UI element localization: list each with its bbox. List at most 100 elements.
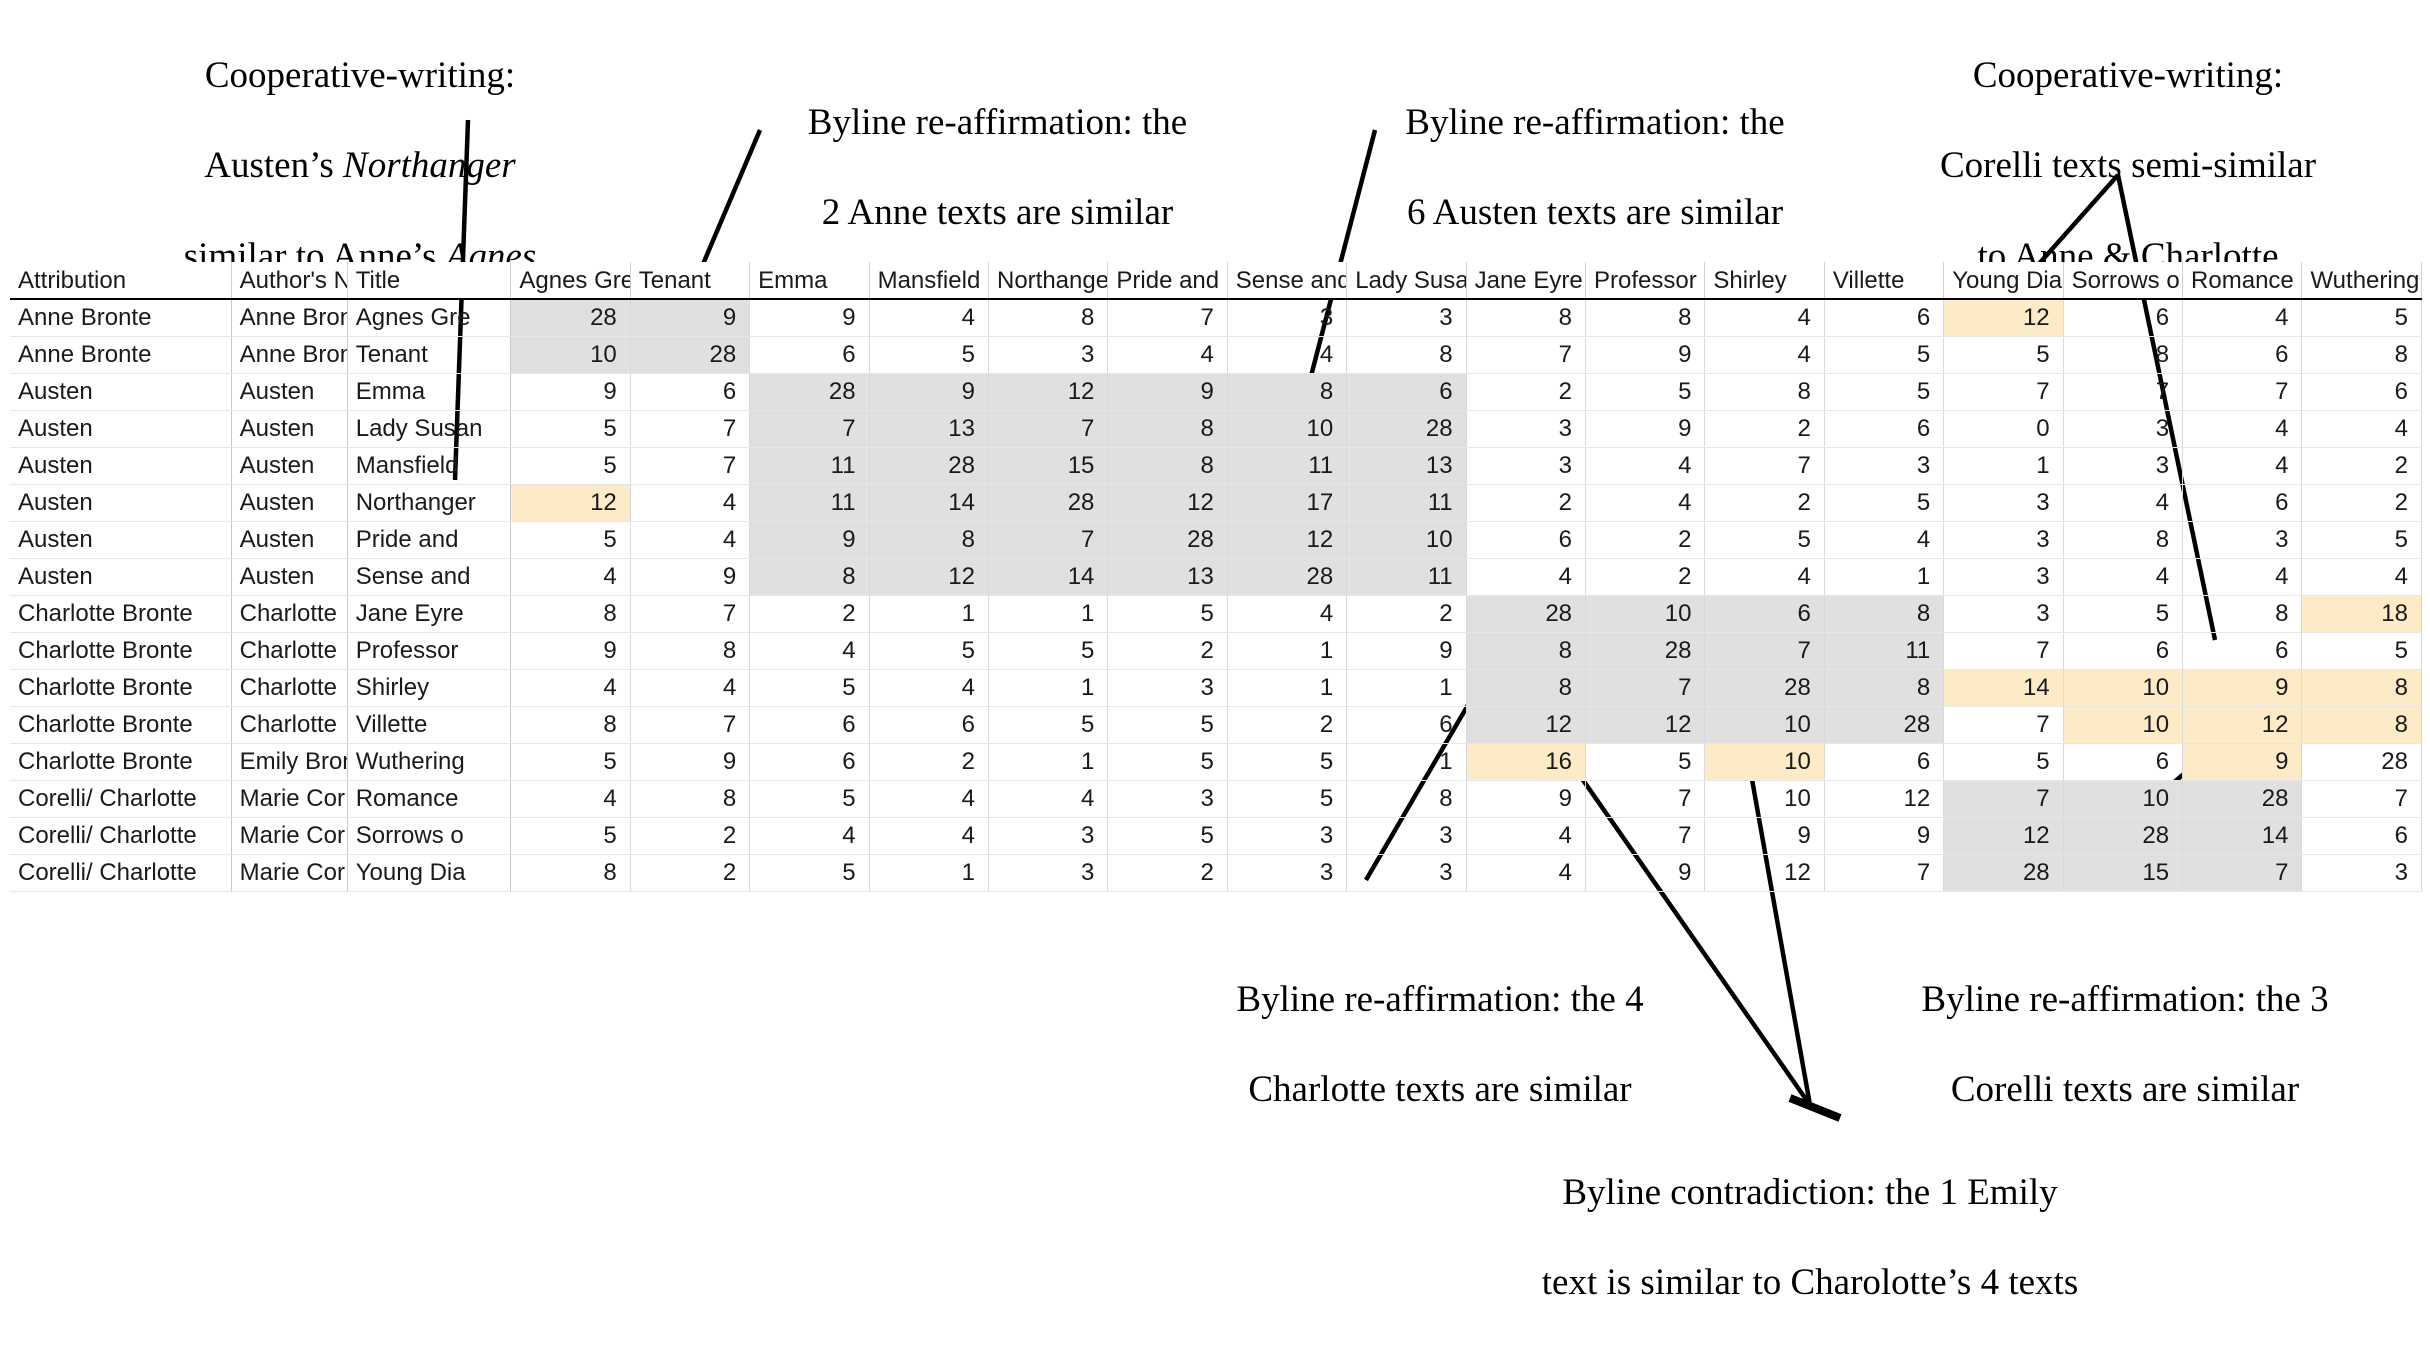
title-cell[interactable]: Sense and [347, 558, 512, 596]
similarity-cell[interactable]: 8 [510, 595, 631, 633]
table-row[interactable]: Charlotte Bronte Charlotte Villette 8 7 6 6 5 5 2… [10, 706, 2422, 744]
similarity-cell[interactable]: 3 [1227, 299, 1348, 337]
similarity-cell[interactable]: 2 [1107, 854, 1228, 892]
similarity-cell[interactable]: 5 [1824, 373, 1945, 411]
similarity-cell[interactable]: 4 [1227, 336, 1348, 374]
similarity-cell[interactable]: 7 [1585, 669, 1706, 707]
table-row[interactable]: Austen Austen Pride and 5 4 9 8 7 28 12 10 6 2 5 4 3 8 3 5 [10, 521, 2422, 559]
similarity-cell[interactable]: 4 [630, 669, 751, 707]
author-cell[interactable]: Charlotte [231, 669, 348, 707]
similarity-cell[interactable]: 5 [1107, 817, 1228, 855]
column-header[interactable]: Romance [2182, 262, 2303, 300]
similarity-cell[interactable]: 2 [1585, 558, 1706, 596]
attribution-cell[interactable]: Corelli/ Charlotte [10, 854, 232, 892]
similarity-cell[interactable]: 6 [749, 743, 870, 781]
title-cell[interactable]: Sorrows o [347, 817, 512, 855]
column-header[interactable]: Agnes Gre [510, 262, 631, 300]
similarity-cell[interactable]: 12 [869, 558, 989, 596]
author-cell[interactable]: Charlotte [231, 706, 348, 744]
similarity-cell[interactable]: 8 [1824, 669, 1945, 707]
similarity-cell[interactable]: 4 [988, 780, 1109, 818]
column-header[interactable]: Jane Eyre [1466, 262, 1587, 300]
similarity-cell[interactable]: 28 [1107, 521, 1228, 559]
similarity-cell[interactable]: 28 [630, 336, 751, 374]
similarity-cell[interactable]: 9 [1346, 632, 1467, 670]
title-cell[interactable]: Shirley [347, 669, 512, 707]
similarity-cell[interactable]: 4 [2182, 299, 2303, 337]
similarity-cell[interactable]: 7 [1704, 447, 1825, 485]
author-cell[interactable]: Charlotte [231, 595, 348, 633]
attribution-cell[interactable]: Charlotte Bronte [10, 743, 232, 781]
similarity-cell[interactable]: 4 [2301, 410, 2422, 448]
similarity-cell[interactable]: 2 [1585, 521, 1706, 559]
similarity-cell[interactable]: 5 [1704, 521, 1825, 559]
similarity-cell[interactable]: 9 [510, 632, 631, 670]
similarity-cell[interactable]: 5 [1943, 336, 2064, 374]
similarity-cell[interactable]: 5 [749, 854, 870, 892]
similarity-cell[interactable]: 7 [1107, 299, 1228, 337]
similarity-cell[interactable]: 28 [2063, 817, 2184, 855]
attribution-cell[interactable]: Corelli/ Charlotte [10, 817, 232, 855]
similarity-cell[interactable]: 8 [749, 558, 870, 596]
similarity-cell[interactable]: 3 [1346, 854, 1467, 892]
similarity-cell[interactable]: 6 [2063, 743, 2184, 781]
similarity-cell[interactable]: 12 [1704, 854, 1825, 892]
similarity-cell[interactable]: 8 [2063, 521, 2184, 559]
similarity-cell[interactable]: 8 [2301, 336, 2422, 374]
similarity-cell[interactable]: 2 [630, 817, 751, 855]
similarity-cell[interactable]: 9 [1585, 410, 1706, 448]
similarity-cell[interactable]: 5 [1227, 743, 1348, 781]
author-cell[interactable]: Anne Bron [231, 299, 348, 337]
similarity-cell[interactable]: 7 [630, 447, 751, 485]
title-cell[interactable]: Tenant [347, 336, 512, 374]
similarity-cell[interactable]: 1 [1346, 743, 1467, 781]
title-cell[interactable]: Mansfield [347, 447, 512, 485]
similarity-cell[interactable]: 9 [749, 299, 870, 337]
similarity-cell[interactable]: 1 [1824, 558, 1945, 596]
similarity-cell[interactable]: 4 [1227, 595, 1348, 633]
attribution-cell[interactable]: Austen [10, 521, 232, 559]
column-header[interactable]: Young Dia [1943, 262, 2064, 300]
attribution-cell[interactable]: Charlotte Bronte [10, 706, 232, 744]
similarity-cell[interactable]: 3 [2182, 521, 2303, 559]
similarity-cell[interactable]: 10 [1704, 706, 1825, 744]
column-header[interactable]: Attribution [10, 262, 232, 300]
table-row[interactable]: Austen Austen Northanger 12 4 11 14 28 12 17 11 2 4 2… [10, 484, 2422, 522]
similarity-cell[interactable]: 5 [749, 669, 870, 707]
similarity-cell[interactable]: 7 [2301, 780, 2422, 818]
similarity-cell[interactable]: 10 [510, 336, 631, 374]
similarity-cell[interactable]: 15 [988, 447, 1109, 485]
similarity-cell[interactable]: 4 [2182, 447, 2303, 485]
similarity-cell[interactable]: 10 [1585, 595, 1706, 633]
similarity-cell[interactable]: 9 [630, 299, 751, 337]
similarity-cell[interactable]: 7 [988, 410, 1109, 448]
similarity-cell[interactable]: 8 [1346, 336, 1467, 374]
similarity-cell[interactable]: 3 [1346, 299, 1467, 337]
similarity-cell[interactable]: 28 [749, 373, 870, 411]
similarity-cell[interactable]: 12 [1466, 706, 1587, 744]
similarity-cell[interactable]: 12 [988, 373, 1109, 411]
similarity-cell[interactable]: 4 [1107, 336, 1228, 374]
similarity-cell[interactable]: 28 [1466, 595, 1587, 633]
similarity-cell[interactable]: 4 [1585, 484, 1706, 522]
similarity-cell[interactable]: 1 [1943, 447, 2064, 485]
column-header[interactable]: Sorrows o [2063, 262, 2184, 300]
similarity-cell[interactable]: 8 [510, 706, 631, 744]
similarity-cell[interactable]: 4 [869, 817, 989, 855]
similarity-cell[interactable]: 2 [1704, 484, 1825, 522]
similarity-cell[interactable]: 1 [869, 854, 989, 892]
similarity-cell[interactable]: 8 [1824, 595, 1945, 633]
author-cell[interactable]: Emily Bron [231, 743, 348, 781]
attribution-cell[interactable]: Austen [10, 484, 232, 522]
similarity-cell[interactable]: 10 [2063, 669, 2184, 707]
similarity-cell[interactable]: 5 [2301, 299, 2422, 337]
table-row[interactable]: Charlotte Bronte Charlotte Professor 9 8 4 5 5 2… [10, 632, 2422, 670]
similarity-cell[interactable]: 2 [630, 854, 751, 892]
similarity-cell[interactable]: 1 [1227, 632, 1348, 670]
similarity-cell[interactable]: 9 [2182, 669, 2303, 707]
similarity-cell[interactable]: 28 [988, 484, 1109, 522]
column-header[interactable]: Pride and [1107, 262, 1228, 300]
table-row[interactable]: Charlotte Bronte Charlotte Shirley 4 4 5 4 1 3 1 1… [10, 669, 2422, 707]
similarity-cell[interactable]: 15 [2063, 854, 2184, 892]
title-cell[interactable]: Jane Eyre [347, 595, 512, 633]
